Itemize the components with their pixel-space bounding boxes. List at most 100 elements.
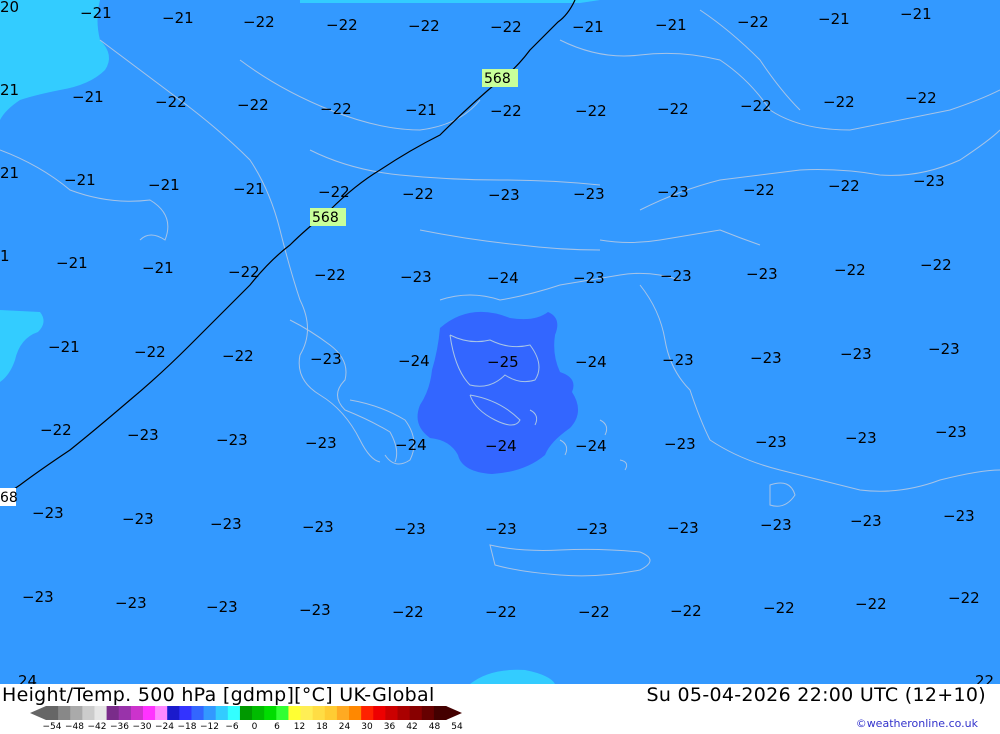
temperature-label: −23 [22, 588, 54, 606]
scale-swatch [227, 706, 241, 720]
temperature-label: −23 [746, 265, 778, 283]
temperature-label: −23 [840, 345, 872, 363]
temperature-label: 21 [0, 164, 19, 182]
map-title: Height/Temp. 500 hPa [gdmp][°C] UK-Globa… [2, 684, 435, 706]
scale-swatch [155, 706, 168, 720]
temperature-label: −25 [487, 353, 519, 371]
scale-tick-label: −24 [155, 722, 174, 732]
scale-tick-label: 42 [406, 722, 418, 732]
warm-region-ne [300, 0, 600, 3]
scale-tick-label: −12 [200, 722, 219, 732]
scale-tick-label: 6 [274, 722, 280, 732]
temperature-label: −22 [402, 185, 434, 203]
scale-tick-label: 24 [338, 722, 351, 732]
temperature-label: −23 [576, 520, 608, 538]
scale-swatch [203, 706, 217, 720]
scale-swatch [312, 706, 326, 720]
scale-swatch [433, 706, 447, 720]
contour-label-3: 68 [0, 488, 18, 506]
temperature-label: −21 [162, 9, 194, 27]
scale-swatch [276, 706, 289, 720]
scale-swatch [288, 706, 302, 720]
temperature-label: −24 [575, 437, 607, 455]
temperature-label: −22 [670, 602, 702, 620]
temperature-label: −22 [855, 595, 887, 613]
temperature-label: −22 [237, 96, 269, 114]
scale-swatch [373, 706, 386, 720]
temperature-label: −23 [573, 185, 605, 203]
contour-label-text: 568 [484, 71, 511, 87]
contour-label-text: 68 [0, 490, 18, 506]
temperature-label: −23 [750, 349, 782, 367]
contour-label-1: 568 [482, 69, 518, 87]
temperature-label: −23 [657, 183, 689, 201]
temperature-label: −22 [763, 599, 795, 617]
temperature-label: −22 [948, 589, 980, 607]
contour-label-text: 568 [312, 210, 339, 226]
color-scale-bar [30, 706, 462, 720]
scale-swatch [179, 706, 192, 720]
temperature-label: −23 [32, 504, 64, 522]
temperature-label: −22 [490, 102, 522, 120]
temperature-label: −24 [398, 352, 430, 370]
scale-tick-label: 48 [428, 722, 441, 732]
temperature-label: −24 [485, 437, 517, 455]
temperature-label: −21 [48, 338, 80, 356]
scale-swatch [252, 706, 265, 720]
temperature-label: −21 [572, 18, 604, 36]
temperature-label: −23 [928, 340, 960, 358]
temperature-label: −21 [64, 171, 96, 189]
scale-swatch [409, 706, 423, 720]
temperature-label: −21 [72, 88, 104, 106]
scale-tick-label: −36 [110, 722, 129, 732]
temperature-label: −22 [575, 102, 607, 120]
scale-swatch [118, 706, 132, 720]
scale-tick-label: 54 [451, 722, 463, 732]
temperature-label: −21 [818, 10, 850, 28]
temperature-label: −23 [305, 434, 337, 452]
temperature-label: −23 [485, 520, 517, 538]
scale-swatch [361, 706, 374, 720]
temperature-label: 21 [0, 81, 19, 99]
scale-swatch [336, 706, 350, 720]
scale-tick-label: 30 [361, 722, 373, 732]
temperature-label: −23 [935, 423, 967, 441]
temperature-label: −22 [740, 97, 772, 115]
temperature-label: −23 [302, 518, 334, 536]
temperature-label: −22 [485, 603, 517, 621]
scale-swatch [397, 706, 411, 720]
temperature-label: −23 [664, 435, 696, 453]
temperature-label: −22 [326, 16, 358, 34]
temperature-label: −22 [578, 603, 610, 621]
temperature-label: −21 [655, 16, 687, 34]
temperature-label: −22 [905, 89, 937, 107]
temperature-label: −22 [320, 100, 352, 118]
scale-tick-label: −6 [225, 722, 239, 732]
temperature-label: −22 [823, 93, 855, 111]
temperature-label: −22 [490, 18, 522, 36]
temperature-label: −23 [488, 186, 520, 204]
temperature-label: −23 [299, 601, 331, 619]
scale-swatch [130, 706, 144, 720]
temperature-label: −22 [134, 343, 166, 361]
scale-swatch [94, 706, 108, 720]
temperature-label: 1 [0, 247, 10, 265]
scale-swatch [142, 706, 156, 720]
temperature-label: −22 [155, 93, 187, 111]
credit-link[interactable]: ©weatheronline.co.uk [856, 717, 978, 730]
temperature-label: 24 [18, 672, 37, 684]
scale-swatch [264, 706, 277, 720]
scale-swatch [215, 706, 229, 720]
temperature-label: −23 [662, 351, 694, 369]
scale-tick-label: 18 [316, 722, 328, 732]
temperature-label: −21 [900, 5, 932, 23]
temperature-label: −23 [394, 520, 426, 538]
scale-tick-label: 12 [293, 722, 306, 732]
scale-swatch [324, 706, 338, 720]
temperature-label: −21 [142, 259, 174, 277]
scale-arrow-right [446, 706, 462, 720]
scale-swatch [239, 706, 253, 720]
temperature-label: −23 [216, 431, 248, 449]
temperature-label: 22 [975, 672, 994, 684]
temperature-label: −23 [850, 512, 882, 530]
